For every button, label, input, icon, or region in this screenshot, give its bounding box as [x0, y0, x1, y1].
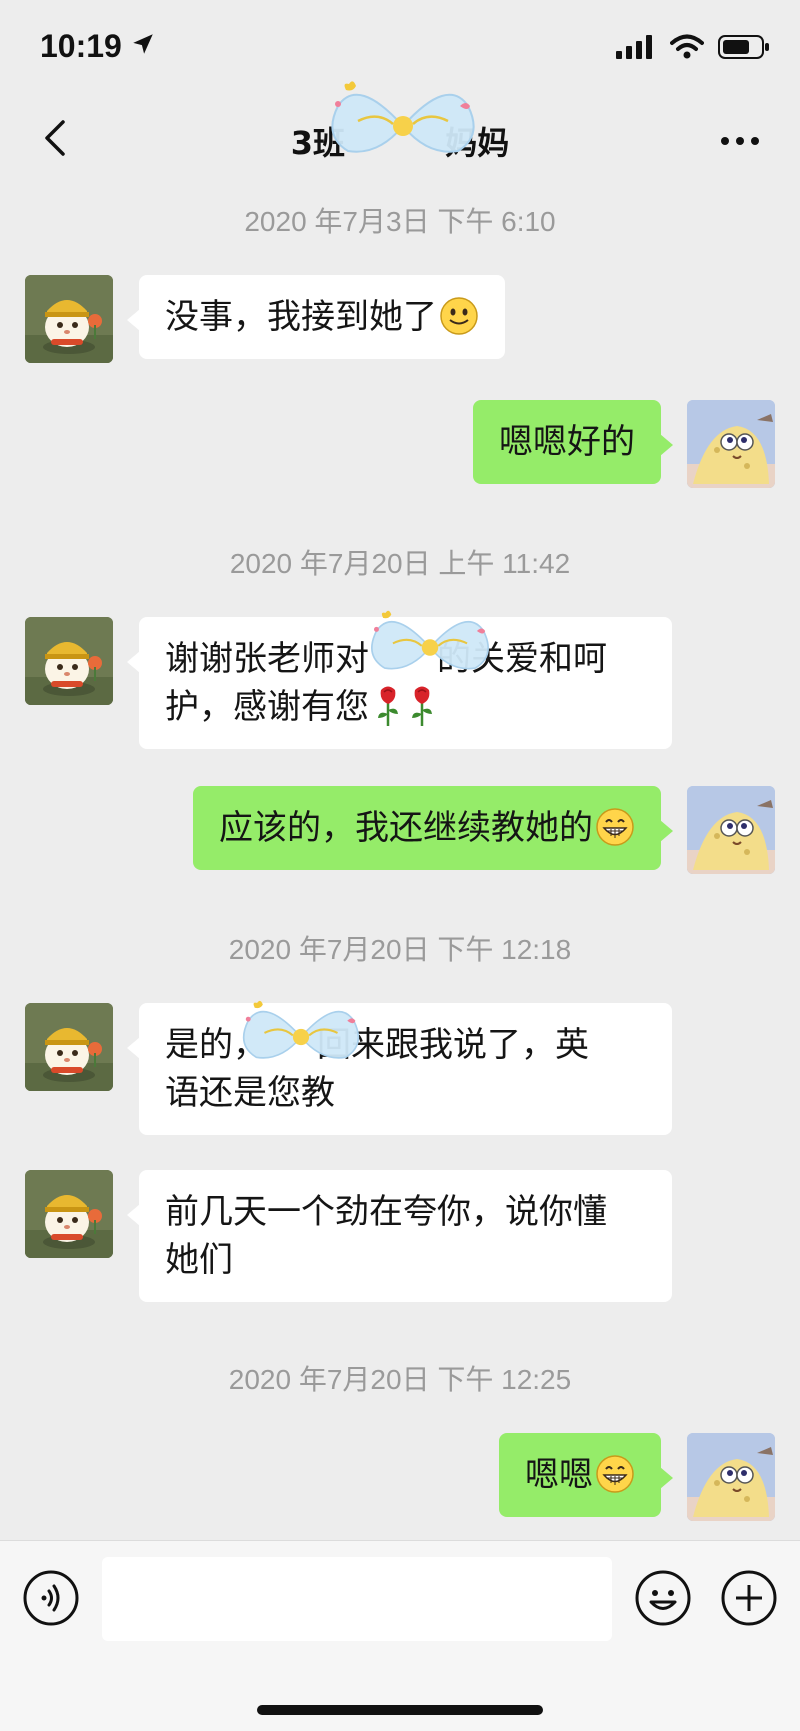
signal-icon [616, 35, 656, 63]
message-bubble-received[interactable]: 没事，我接到她了 [127, 275, 505, 359]
plus-icon [720, 1570, 778, 1631]
timestamp: 2020 年7月3日 下午 6:10 [244, 206, 556, 237]
message-line: 语还是您教 [165, 1069, 646, 1117]
status-icons [616, 34, 770, 64]
more-button[interactable] [710, 120, 770, 160]
message-input[interactable] [102, 1557, 612, 1641]
avatar-other[interactable] [25, 1003, 113, 1091]
avatar-other[interactable] [25, 275, 113, 363]
avatar-self[interactable] [687, 1433, 775, 1521]
avatar-self[interactable] [687, 400, 775, 488]
message-bubble-received[interactable]: 是的， 回来跟我说了，英 语还是您教 [127, 1003, 672, 1135]
avatar-other[interactable] [25, 1170, 113, 1258]
message-bubble-received[interactable]: 谢谢张老师对 的关爱和呵 护，感谢有您 [127, 617, 672, 749]
home-indicator[interactable] [257, 1705, 543, 1715]
message-line: 谢谢张老师对 的关爱和呵 [165, 635, 646, 683]
timestamp: 2020 年7月20日 下午 12:25 [228, 1364, 572, 1395]
message-bubble-received[interactable]: 前几天一个劲在夸你，说你懂 她们 [127, 1170, 672, 1302]
avatar-other[interactable] [25, 617, 113, 705]
grin-emoji-icon [595, 807, 635, 847]
message-text: 语还是您教 [165, 1073, 335, 1113]
voice-button[interactable] [22, 1569, 80, 1627]
message-text: 嗯嗯 [525, 1455, 593, 1495]
timestamp: 2020 年7月20日 上午 11:42 [229, 548, 571, 579]
input-bar [0, 1540, 800, 1731]
voice-icon [22, 1570, 80, 1631]
grin-emoji-icon [595, 1454, 635, 1494]
rose-emoji-icon [407, 684, 437, 728]
emoji-button[interactable] [634, 1569, 692, 1627]
timestamp: 2020 年7月20日 下午 12:18 [228, 934, 572, 965]
plus-button[interactable] [720, 1569, 778, 1627]
message-text: 回来跟我说了，英 [317, 1025, 589, 1065]
more-dots-icon [720, 131, 760, 150]
message-text: 护，感谢有您 [165, 687, 369, 727]
message-text: 嗯嗯好的 [499, 422, 635, 462]
message-line: 前几天一个劲在夸你，说你懂 [165, 1192, 607, 1232]
message-text: 是的， [165, 1025, 267, 1065]
message-text: 谢谢张老师对 [165, 639, 369, 679]
message-line: 是的， 回来跟我说了，英 [165, 1021, 646, 1069]
message-text: 没事，我接到她了 [165, 297, 437, 337]
status-time: 10:19 [40, 28, 122, 64]
rose-emoji-icon [373, 684, 403, 728]
message-bubble-sent[interactable]: 嗯嗯 [499, 1433, 673, 1517]
emoji-icon [634, 1570, 692, 1631]
message-text: 的关爱和呵 [437, 639, 607, 679]
message-line: 她们 [165, 1240, 233, 1280]
avatar-self[interactable] [687, 786, 775, 874]
wifi-icon [670, 34, 704, 64]
battery-icon [718, 34, 770, 64]
message-bubble-sent[interactable]: 应该的，我还继续教她的 [193, 786, 673, 870]
bow-sticker-title [318, 76, 488, 176]
status-time-wrap: 10:19 [40, 28, 156, 65]
message-text: 应该的，我还继续教她的 [219, 808, 593, 848]
smile-emoji-icon [439, 296, 479, 336]
location-arrow-icon [130, 28, 156, 65]
message-bubble-sent[interactable]: 嗯嗯好的 [473, 400, 673, 484]
message-line: 护，感谢有您 [165, 683, 646, 731]
